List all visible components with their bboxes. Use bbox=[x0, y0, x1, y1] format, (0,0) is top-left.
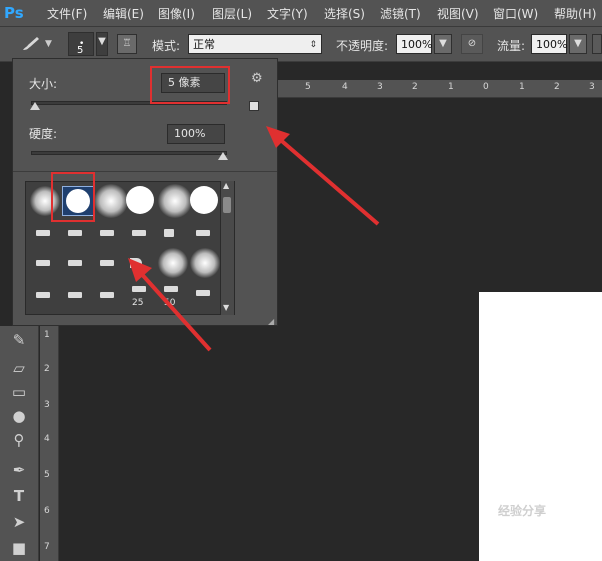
hardness-label: 硬度: bbox=[29, 127, 58, 141]
history-brush-icon[interactable]: ✎ bbox=[9, 330, 29, 350]
ruler-tick: 2 bbox=[44, 364, 50, 374]
brush-tip-icon[interactable] bbox=[132, 230, 146, 236]
menu-filter[interactable]: 滤镜(T) bbox=[380, 5, 421, 22]
ruler-tick: 5 bbox=[44, 470, 50, 480]
hardness-slider-thumb[interactable] bbox=[218, 152, 228, 160]
pressure-opacity-icon[interactable]: ⊘ bbox=[461, 34, 483, 54]
ruler-tick: 1 bbox=[44, 330, 50, 340]
type-tool-icon[interactable]: T bbox=[9, 486, 29, 506]
watermark-text: 经验分享 bbox=[498, 504, 547, 518]
menu-type[interactable]: 文字(Y) bbox=[267, 5, 308, 22]
ruler-horizontal: 5 4 3 2 1 0 1 2 3 bbox=[278, 80, 602, 98]
flow-dropdown-icon[interactable]: ▼ bbox=[569, 34, 587, 54]
brush-tool-icon[interactable] bbox=[20, 35, 42, 53]
brush-tip-icon[interactable] bbox=[68, 292, 82, 298]
blur-icon[interactable]: ● bbox=[9, 406, 29, 426]
arrow-to-size-icon bbox=[266, 126, 380, 226]
menu-window[interactable]: 窗口(W) bbox=[493, 5, 538, 22]
dodge-icon[interactable]: ⚲ bbox=[9, 430, 29, 450]
gradient-icon[interactable]: ▭ bbox=[9, 382, 29, 402]
rectangle-tool-icon[interactable]: ■ bbox=[9, 538, 29, 558]
soft-round-brush[interactable] bbox=[94, 184, 128, 218]
mode-label: 模式: bbox=[152, 39, 181, 53]
options-bar: ▼ • 5 ▼ ♖ 模式: 正常 ⇕ 不透明度: 100% ▼ ⊘ 流量: 10… bbox=[0, 27, 602, 62]
path-selection-icon[interactable]: ➤ bbox=[9, 512, 29, 532]
size-input-highlight bbox=[150, 66, 230, 104]
menu-select[interactable]: 选择(S) bbox=[324, 5, 365, 22]
menu-bar: Ps 文件(F) 编辑(E) 图像(I) 图层(L) 文字(Y) 选择(S) 滤… bbox=[0, 0, 602, 27]
flow-label: 流量: bbox=[497, 39, 526, 53]
brush-tip-icon[interactable] bbox=[196, 230, 210, 236]
ruler-vertical: 1 2 3 4 5 6 7 bbox=[40, 326, 59, 561]
photoshop-logo: Ps bbox=[4, 4, 24, 22]
ruler-tick: 3 bbox=[44, 400, 50, 410]
document-canvas[interactable] bbox=[479, 292, 602, 561]
menu-edit[interactable]: 编辑(E) bbox=[103, 5, 144, 22]
eraser-icon[interactable]: ▱ bbox=[9, 358, 29, 378]
brush-panel-toggle-icon[interactable]: ♖ bbox=[117, 34, 137, 54]
brush-tip-icon[interactable] bbox=[100, 260, 114, 266]
brush-selection-highlight bbox=[51, 172, 95, 222]
size-slider-thumb[interactable] bbox=[30, 102, 40, 110]
ruler-tick: 4 bbox=[342, 82, 348, 92]
soft-round-brush[interactable] bbox=[158, 184, 192, 218]
brush-tip-icon[interactable] bbox=[100, 292, 114, 298]
ruler-tick: 1 bbox=[448, 82, 454, 92]
opacity-dropdown-icon[interactable]: ▼ bbox=[434, 34, 452, 54]
scroll-down-icon[interactable]: ▼ bbox=[223, 303, 229, 312]
flow-input[interactable]: 100% bbox=[531, 34, 567, 54]
updown-arrows-icon: ⇕ bbox=[309, 40, 317, 50]
hard-round-brush[interactable] bbox=[126, 186, 154, 214]
ruler-tick: 3 bbox=[589, 82, 595, 92]
size-label: 大小: bbox=[29, 77, 58, 91]
airbrush-icon[interactable] bbox=[592, 34, 602, 54]
ruler-tick: 0 bbox=[483, 82, 489, 92]
brush-tip-icon[interactable] bbox=[36, 292, 50, 298]
mode-value: 正常 bbox=[193, 38, 215, 51]
hardness-slider[interactable] bbox=[31, 151, 227, 155]
ruler-tick: 2 bbox=[412, 82, 418, 92]
mode-select[interactable]: 正常 ⇕ bbox=[188, 34, 322, 54]
menu-image[interactable]: 图像(I) bbox=[158, 5, 195, 22]
menu-help[interactable]: 帮助(H) bbox=[554, 5, 596, 22]
new-preset-icon[interactable] bbox=[249, 101, 259, 111]
brush-tip-icon[interactable] bbox=[68, 260, 82, 266]
brush-tip-icon[interactable] bbox=[100, 230, 114, 236]
arrow-to-brush-icon bbox=[128, 258, 212, 352]
brush-preset-dropdown-icon[interactable]: ▼ bbox=[96, 32, 108, 56]
ruler-tick: 4 bbox=[44, 434, 50, 444]
ruler-tick: 5 bbox=[305, 82, 311, 92]
tools-panel: ✎ ▱ ▭ ● ⚲ ✒ T ➤ ■ bbox=[0, 326, 39, 561]
brush-tip-icon[interactable] bbox=[36, 260, 50, 266]
scrollbar-thumb[interactable] bbox=[223, 197, 231, 213]
gear-icon[interactable]: ⚙ bbox=[251, 71, 263, 86]
opacity-input[interactable]: 100% bbox=[396, 34, 432, 54]
brush-preset-picker[interactable]: • 5 bbox=[68, 32, 94, 56]
brush-tip-icon[interactable] bbox=[36, 230, 50, 236]
scroll-up-icon[interactable]: ▲ bbox=[223, 181, 229, 190]
menu-file[interactable]: 文件(F) bbox=[47, 5, 87, 22]
ruler-tick: 1 bbox=[519, 82, 525, 92]
ruler-tick: 7 bbox=[44, 542, 50, 552]
hard-round-brush[interactable] bbox=[190, 186, 218, 214]
ruler-tick: 6 bbox=[44, 506, 50, 516]
ruler-tick: 2 bbox=[554, 82, 560, 92]
fan-brush-icon[interactable] bbox=[164, 229, 174, 237]
ruler-tick: 3 bbox=[377, 82, 383, 92]
menu-layer[interactable]: 图层(L) bbox=[212, 5, 252, 22]
pen-icon[interactable]: ✒ bbox=[9, 460, 29, 480]
opacity-label: 不透明度: bbox=[336, 39, 389, 53]
brush-tool-dropdown-icon[interactable]: ▼ bbox=[45, 39, 52, 49]
preset-scrollbar[interactable]: ▲ ▼ bbox=[220, 181, 234, 315]
menu-view[interactable]: 视图(V) bbox=[437, 5, 479, 22]
brush-tip-icon[interactable] bbox=[68, 230, 82, 236]
hardness-input[interactable]: 100% bbox=[167, 124, 225, 144]
resize-grip-icon[interactable]: ◢ bbox=[268, 317, 274, 326]
